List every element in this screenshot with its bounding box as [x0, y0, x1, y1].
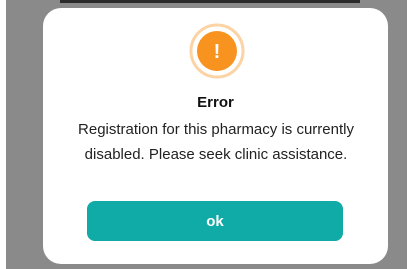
background-bar [60, 0, 360, 3]
exclamation-glyph: ! [214, 41, 221, 63]
dialog-title: Error [197, 94, 234, 111]
error-dialog: ! Error Registration for this pharmacy i… [43, 8, 388, 264]
warning-icon: ! [189, 23, 245, 79]
ok-button[interactable]: ok [87, 201, 343, 241]
dialog-message: Registration for this pharmacy is curren… [78, 121, 354, 163]
